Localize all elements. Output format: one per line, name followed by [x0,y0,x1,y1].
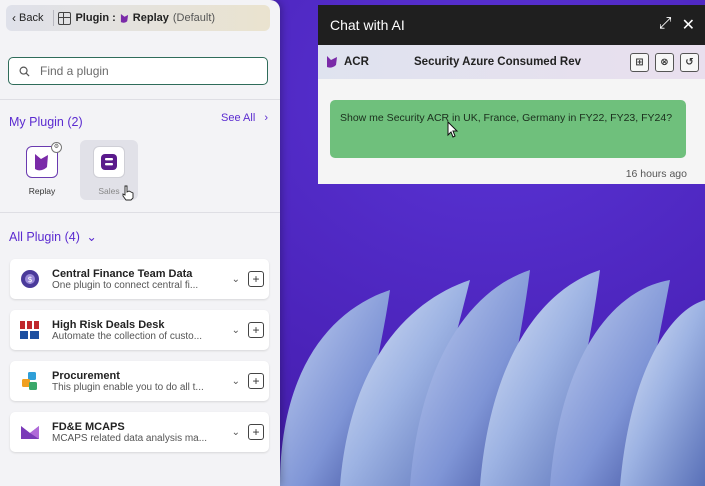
mcaps-icon [21,426,39,439]
plugin-breadcrumb-bar: ‹ Back Plugin : Replay (Default) [6,5,270,31]
plugin-card-high-risk-deals[interactable]: High Risk Deals Desk Automate the collec… [10,310,269,350]
grid-icon [58,11,72,25]
arrow-cursor-icon [447,121,459,138]
chevron-down-icon[interactable]: ⌄ [232,376,240,387]
chat-messages: Show me Security ACR in UK, France, Germ… [318,79,705,184]
plugin-card-procurement[interactable]: Procurement This plugin enable you to do… [10,361,269,401]
see-all-label: See All [221,112,256,124]
current-plugin-name: Replay [132,12,169,24]
plugin-tile-replay[interactable]: ⚙ Replay [13,140,71,200]
plugin-card-description: This plugin enable you to do all t... [52,381,204,393]
my-plugins-title: My Plugin (2) [9,115,83,129]
replay-logo-icon [120,13,128,23]
plugin-label: Plugin : [75,12,116,24]
context-title: Security Azure Consumed Rev [414,56,582,68]
plugin-panel: ‹ Back Plugin : Replay (Default) My Plug… [0,0,280,486]
svg-text:$: $ [27,275,32,284]
chevron-right-icon: › [264,112,268,124]
see-all-link[interactable]: See All › [221,112,268,124]
divider [53,10,55,26]
breadcrumb[interactable]: Plugin : Replay (Default) [58,11,216,25]
divider [0,212,280,213]
chevron-down-icon[interactable]: ⌄ [232,325,240,336]
chevron-down-icon: ⌄ [86,230,97,244]
context-tag-label: ACR [344,56,369,68]
search-field[interactable] [8,57,268,85]
back-button[interactable]: ‹ Back [6,5,49,31]
risk-icon [20,321,39,339]
search-icon [19,66,30,77]
plugin-tile-label: Replay [28,186,56,196]
replay-logo-icon: ⚙ [26,142,62,178]
settings-badge-icon: ⚙ [51,142,62,153]
all-plugins-label: All Plugin (4) [9,230,80,244]
sales-logo-icon [93,146,125,178]
history-icon[interactable]: ↺ [680,52,699,72]
chat-window: Chat with AI ⤢ ✕ ACR Security Azure Cons… [318,5,705,184]
chevron-down-icon[interactable]: ⌄ [232,427,240,438]
chevron-left-icon: ‹ [12,11,16,25]
close-icon[interactable]: ✕ [682,15,695,35]
plugin-card-title: Procurement [52,369,120,382]
hand-cursor-icon [122,185,134,201]
search-input[interactable] [38,63,242,79]
plugin-card-fde-mcaps[interactable]: FD&E MCAPS MCAPS related data analysis m… [10,412,269,452]
finance-icon: $ [21,270,39,288]
add-plugin-button[interactable]: + [248,424,264,440]
chat-context-bar: ACR Security Azure Consumed Rev ⊞ ⊗ ↺ [318,45,705,79]
abstract-petals-background [280,270,705,486]
add-plugin-button[interactable]: + [248,373,264,389]
plugin-card-title: High Risk Deals Desk [52,318,165,331]
chat-header: Chat with AI ⤢ ✕ [318,5,705,45]
context-tag: ACR [318,55,414,69]
clear-icon[interactable]: ⊗ [655,52,674,72]
current-plugin-suffix: (Default) [172,12,216,24]
plugin-card-description: Automate the collection of custo... [52,330,203,342]
replay-logo-icon [327,56,337,68]
all-plugins-title[interactable]: All Plugin (4) ⌄ [9,229,97,244]
plugin-card-description: One plugin to connect central fi... [52,279,199,291]
procurement-icon [22,372,37,390]
chat-title: Chat with AI [330,17,405,33]
expand-icon[interactable]: ⤢ [659,15,672,35]
plugin-tile-label: Sales [98,186,120,196]
plugin-card-description: MCAPS related data analysis ma... [52,432,208,444]
add-plugin-button[interactable]: + [248,271,264,287]
back-label: Back [19,12,44,24]
grid-icon[interactable]: ⊞ [630,52,649,72]
plugin-card-title: FD&E MCAPS [52,420,125,433]
divider [0,99,280,100]
plugin-card-title: Central Finance Team Data [52,267,193,280]
add-plugin-button[interactable]: + [248,322,264,338]
message-timestamp: 16 hours ago [625,168,687,180]
plugin-card-central-finance[interactable]: $ Central Finance Team Data One plugin t… [10,259,269,299]
user-message-bubble: Show me Security ACR in UK, France, Germ… [330,100,686,158]
chevron-down-icon[interactable]: ⌄ [232,274,240,285]
